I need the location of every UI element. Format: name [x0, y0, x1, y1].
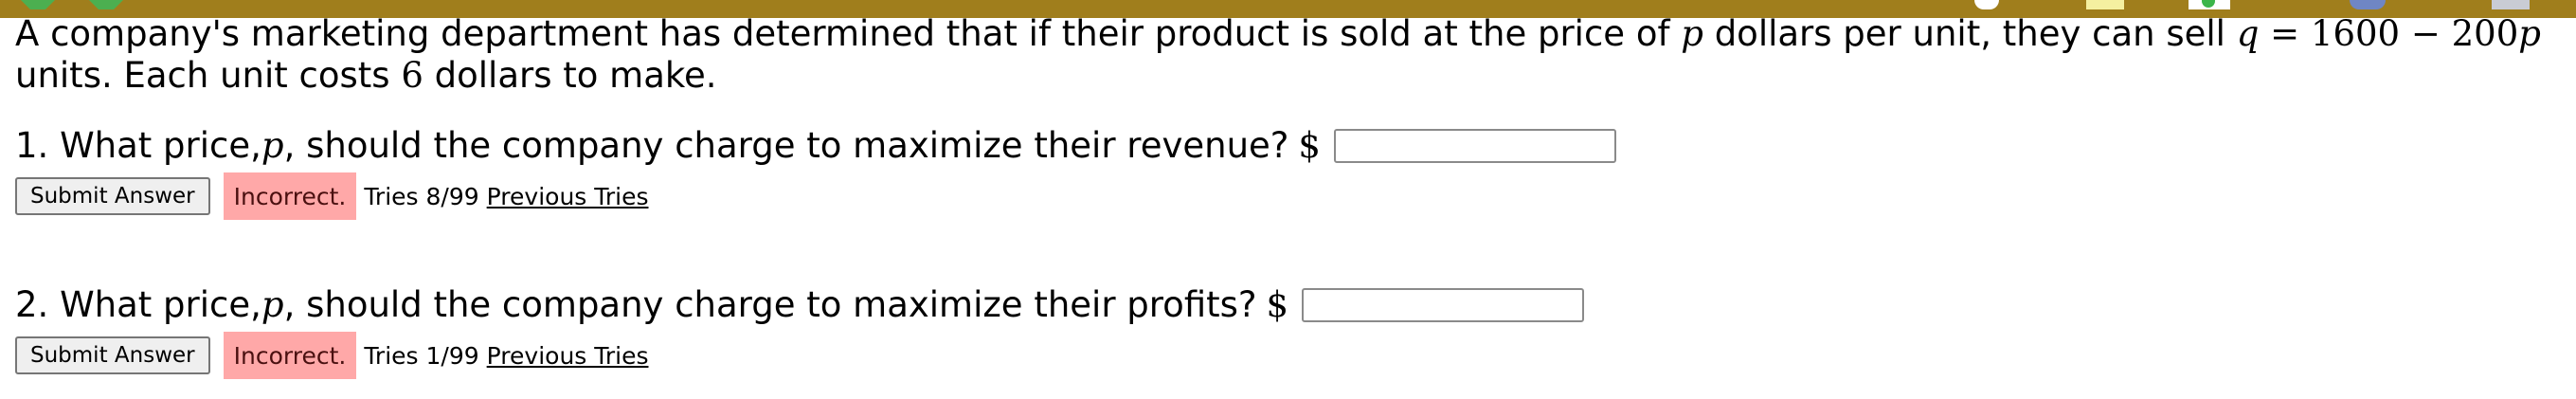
status-icon[interactable] [2189, 0, 2230, 9]
answer-row-1: Submit Answer Incorrect. Tries 8/99 Prev… [15, 172, 648, 220]
globe-icon[interactable] [2350, 0, 2386, 9]
answer-row-2: Submit Answer Incorrect. Tries 1/99 Prev… [15, 332, 648, 379]
tries-count-1: Tries 8/99 [364, 182, 479, 210]
status-dot [2202, 0, 2215, 8]
answer-input-1[interactable] [1333, 129, 1616, 163]
tries-count-2: Tries 1/99 [364, 341, 479, 370]
problem-text: units. Each unit costs [15, 55, 402, 96]
question-prefix: 1. What price, [15, 125, 261, 166]
answer-input-2[interactable] [1302, 288, 1585, 322]
price-variable: p [261, 284, 284, 325]
equation-price-variable: p [2518, 13, 2541, 54]
problem-text: dollars to make. [423, 55, 717, 96]
problem-text: A company's marketing department has det… [15, 13, 1682, 54]
question-prefix: 2. What price, [15, 284, 261, 325]
question-suffix: , should the company charge to maximize … [283, 125, 1289, 166]
problem-content: A company's marketing department has det… [15, 13, 2564, 379]
submit-answer-button-2[interactable]: Submit Answer [15, 336, 210, 374]
price-variable: p [1681, 13, 1703, 54]
unit-cost: 6 [401, 55, 423, 96]
back-arrow-icon[interactable] [17, 0, 59, 9]
currency-symbol: $ [1266, 284, 1289, 325]
price-variable: p [261, 125, 284, 166]
previous-tries-link-1[interactable]: Previous Tries [487, 183, 649, 210]
question-suffix: , should the company charge to maximize … [283, 284, 1257, 325]
equation-value: 1600 − 200 [2310, 13, 2519, 54]
note-icon[interactable] [2086, 0, 2124, 9]
circle-icon[interactable] [1974, 0, 1999, 9]
trash-icon[interactable] [2492, 0, 2530, 9]
problem-text: dollars per unit, they can sell [1702, 13, 2237, 54]
problem-statement: A company's marketing department has det… [15, 13, 2564, 97]
submit-answer-button-1[interactable]: Submit Answer [15, 177, 210, 215]
question-1: 1. What price, p, should the company cha… [15, 125, 1616, 167]
forward-arrow-icon[interactable] [85, 0, 127, 9]
status-badge-2: Incorrect. [223, 332, 357, 379]
previous-tries-link-2[interactable]: Previous Tries [487, 342, 649, 370]
quantity-variable: q [2236, 13, 2260, 54]
equation-equals: = [2259, 13, 2311, 54]
currency-symbol: $ [1298, 125, 1321, 166]
question-2: 2. What price, p, should the company cha… [15, 284, 1585, 326]
status-badge-1: Incorrect. [223, 172, 357, 220]
